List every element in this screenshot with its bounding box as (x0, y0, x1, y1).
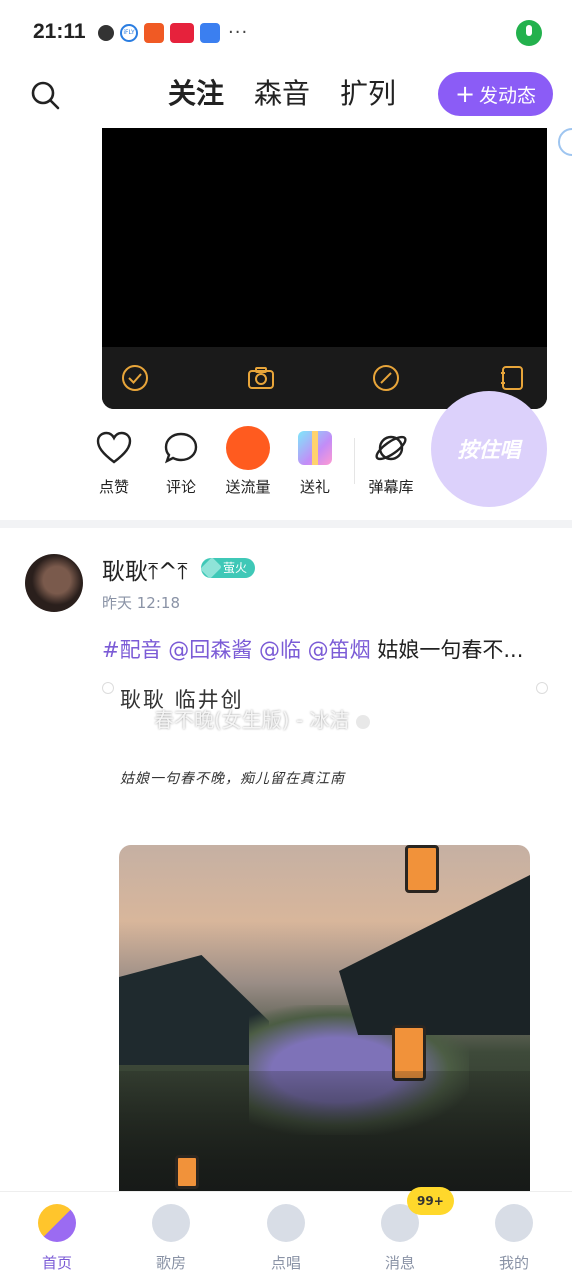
planet-icon (375, 435, 407, 461)
level-badge: 萤火 (201, 558, 256, 578)
danmaku-label: 弹幕库 (368, 478, 414, 496)
message-count-badge: 99+ (407, 1187, 454, 1215)
lyric-line: 姑娘一句春不晚，痴儿留在真江南 (120, 771, 345, 787)
top-header: 关注 森音 扩列 + 发动态 (0, 66, 572, 128)
roof-left (119, 955, 269, 1065)
song-info-icon (355, 714, 370, 729)
app-blue-icon (200, 22, 220, 43)
microphone-icon (516, 20, 542, 46)
action-divider (354, 438, 355, 484)
post-image[interactable] (119, 845, 530, 1191)
nav-request-song[interactable]: 点唱 (246, 1204, 326, 1273)
video-player[interactable] (102, 128, 547, 409)
nav-song-room[interactable]: 歌房 (131, 1204, 211, 1273)
like-button[interactable]: 点赞 (82, 428, 146, 497)
heart-icon (96, 431, 132, 464)
mention[interactable]: @临 (259, 638, 301, 662)
post-body-text: 姑娘一句春不... (377, 638, 524, 662)
corner-mark (536, 682, 548, 694)
ifly-icon: iFLY (120, 23, 138, 42)
nav-profile[interactable]: 我的 (474, 1204, 554, 1273)
comment-bubble-icon (164, 432, 198, 464)
floating-ring-icon[interactable] (558, 128, 572, 156)
gift-icon (298, 431, 332, 465)
hashtag[interactable]: #配音 (102, 638, 162, 662)
app-notification-icon (98, 24, 114, 41)
comment-label: 评论 (165, 478, 196, 496)
check-circle-icon[interactable] (120, 363, 150, 393)
tab-kuolie[interactable]: 扩列 (340, 74, 396, 116)
post-time: 昨天 12:18 (102, 594, 180, 612)
search-icon[interactable] (30, 80, 60, 110)
corner-mark (102, 682, 114, 694)
flow-icon (226, 426, 270, 470)
home-icon (38, 1204, 76, 1242)
tab-senyin[interactable]: 森音 (254, 74, 310, 116)
nav-messages-label: 消息 (384, 1254, 415, 1272)
lyric-card[interactable]: 耿耿 临井创 春不晚(女生版) - 冰洁 姑娘一句春不晚，痴儿留在真江南 (102, 680, 548, 825)
send-flow-button[interactable]: 送流量 (216, 426, 280, 497)
status-bar: 21:11 iFLY ··· (0, 0, 572, 66)
send-flow-label: 送流量 (225, 478, 271, 496)
nav-profile-label: 我的 (498, 1254, 529, 1272)
gift-label: 送礼 (299, 478, 330, 496)
app-orange-icon (144, 22, 164, 43)
username[interactable]: 耿耿⤒^⤒ (102, 552, 188, 586)
notebook-icon[interactable] (497, 363, 527, 393)
lantern-bottom (175, 1155, 199, 1189)
post-dynamic-label: 发动态 (479, 84, 537, 107)
tab-following[interactable]: 关注 (168, 74, 225, 116)
plus-icon: + (454, 80, 476, 108)
lantern-top (405, 845, 439, 893)
avatar[interactable] (25, 554, 83, 612)
mention[interactable]: @回森酱 (168, 638, 252, 662)
song-title[interactable]: 春不晚(女生版) - 冰洁 (154, 704, 370, 733)
roof-right (339, 875, 530, 1035)
feed-tabs: 关注 森音 扩列 (168, 74, 396, 116)
profile-icon (495, 1204, 533, 1242)
nav-request-song-label: 点唱 (270, 1254, 301, 1272)
bottom-navigation: 首页 歌房 点唱 消息 我的 (0, 1191, 572, 1280)
nav-song-room-label: 歌房 (155, 1254, 186, 1272)
comment-button[interactable]: 评论 (149, 428, 213, 497)
song-room-icon (152, 1204, 190, 1242)
like-label: 点赞 (98, 478, 129, 496)
request-song-icon (267, 1204, 305, 1242)
post-dynamic-button[interactable]: + 发动态 (438, 72, 553, 116)
post-text[interactable]: #配音 @回森酱 @临 @笛烟 姑娘一句春不... (102, 634, 542, 664)
song-title-text: 春不晚(女生版) - 冰洁 (154, 708, 350, 732)
danmaku-library-button[interactable]: 弹幕库 (359, 428, 423, 497)
notification-icons: iFLY ··· (98, 22, 248, 43)
nav-home[interactable]: 首页 (17, 1204, 97, 1273)
camera-icon[interactable] (246, 363, 276, 393)
hold-to-sing-button[interactable]: 按住唱 (431, 391, 547, 507)
mention[interactable]: @笛烟 (308, 638, 371, 662)
nav-home-label: 首页 (41, 1254, 72, 1272)
gift-button[interactable]: 送礼 (283, 428, 347, 497)
edit-pen-icon[interactable] (371, 363, 401, 393)
section-divider (0, 520, 572, 528)
status-time: 21:11 (33, 20, 86, 43)
app-red-icon (170, 22, 194, 43)
more-notifications-icon: ··· (228, 22, 249, 43)
